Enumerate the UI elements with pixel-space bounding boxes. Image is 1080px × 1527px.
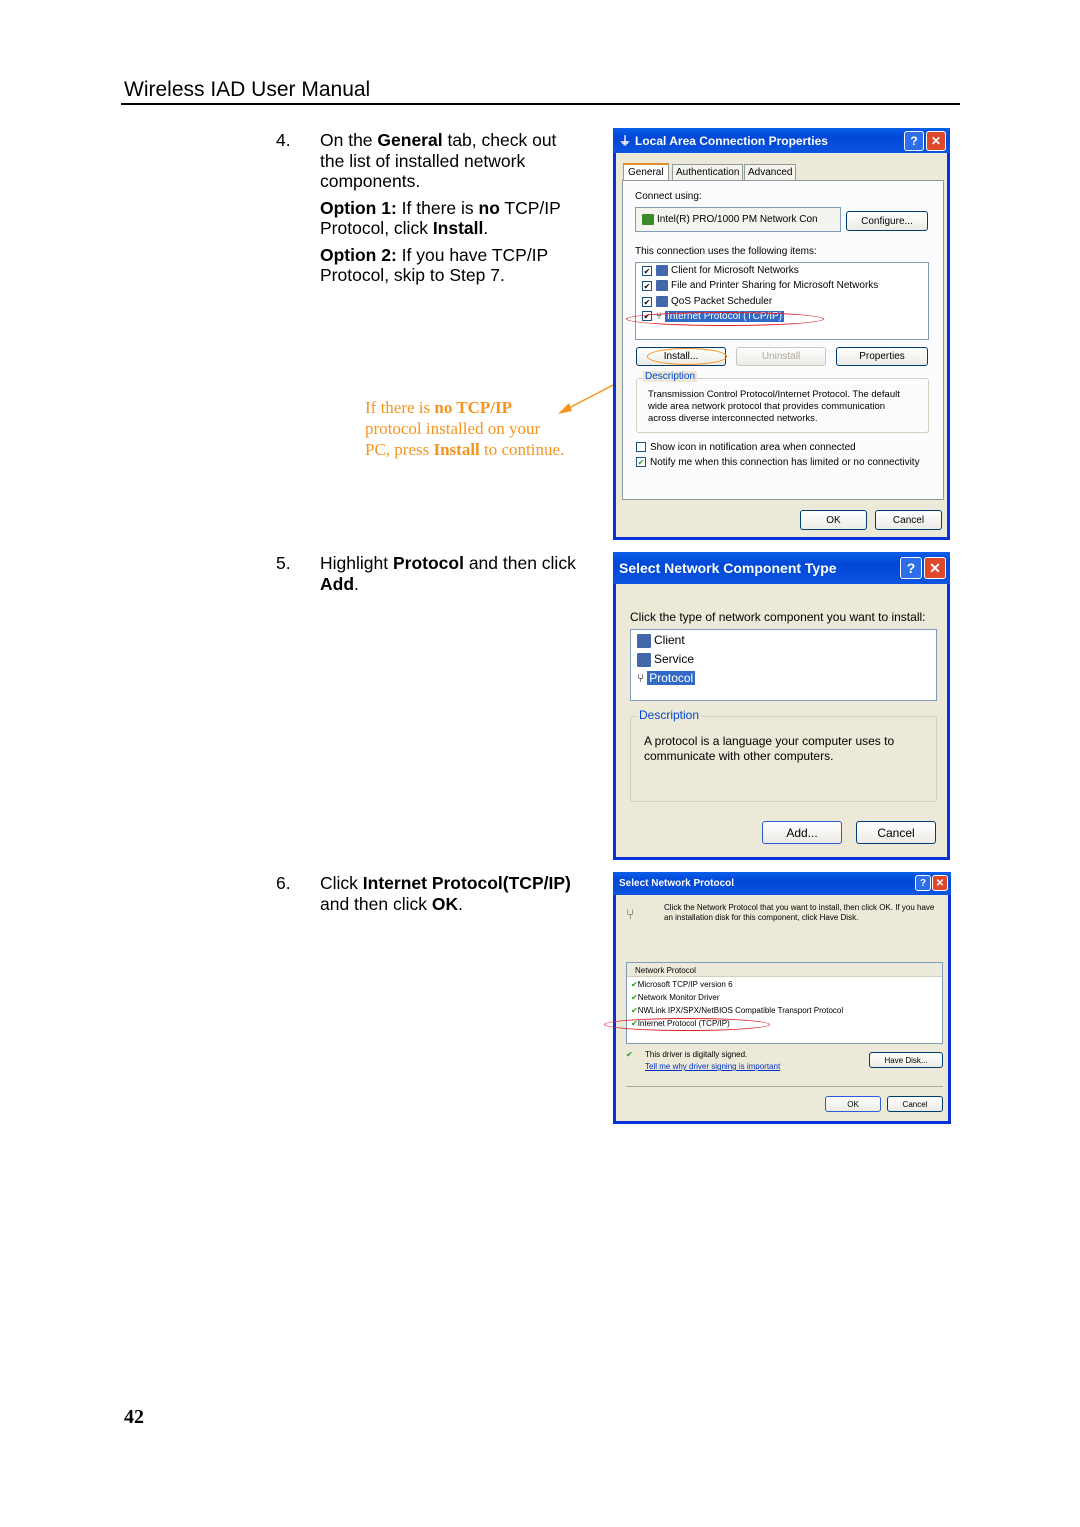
help-button[interactable]: ?	[915, 875, 931, 891]
list-item-client[interactable]: Client	[637, 633, 685, 648]
uninstall-button[interactable]: Uninstall	[736, 347, 826, 366]
signed-icon: ✔	[626, 1050, 633, 1059]
close-button[interactable]: ✕	[932, 875, 948, 891]
list-item[interactable]: ✔NWLink IPX/SPX/NetBIOS Compatible Trans…	[631, 1006, 843, 1015]
description-group: Description Transmission Control Protoco…	[636, 371, 929, 433]
protocol-icon: ⑂	[626, 906, 635, 922]
dialog-title: Select Network Component Type	[619, 560, 837, 576]
adapter-field: Intel(R) PRO/1000 PM Network Con	[635, 207, 841, 232]
protocol-list[interactable]: Network Protocol ✔Microsoft TCP/IP versi…	[626, 962, 943, 1044]
checkbox[interactable]: ✔	[636, 457, 646, 468]
tab-advanced[interactable]: Advanced	[744, 164, 797, 181]
notify-checkbox[interactable]: ✔ Notify me when this connection has limi…	[636, 457, 920, 468]
help-button[interactable]: ?	[904, 131, 924, 151]
component-list[interactable]: Client Service ⑂ Protocol	[630, 629, 937, 701]
highlight-oval	[604, 1018, 770, 1031]
page-number: 42	[124, 1406, 144, 1428]
add-button[interactable]: Add...	[762, 821, 842, 844]
list-item[interactable]: ✔Microsoft TCP/IP version 6	[631, 980, 733, 989]
network-card-icon	[642, 214, 654, 225]
computer-icon	[656, 265, 668, 276]
client-icon	[637, 633, 651, 648]
select-network-component-type-dialog: Select Network Component Type ? ✕ Click …	[613, 552, 950, 860]
configure-button[interactable]: Configure...	[846, 211, 928, 231]
driver-icon: ✔	[631, 993, 638, 1002]
highlight-oval	[647, 348, 727, 365]
checkbox[interactable]: ✔	[642, 280, 652, 291]
network-icon: ⏚	[619, 134, 632, 148]
help-button[interactable]: ?	[900, 557, 922, 579]
description-label: Description	[643, 371, 698, 382]
list-item[interactable]: ✔ QoS Packet Scheduler	[642, 296, 772, 307]
tab-authentication[interactable]: Authentication	[672, 164, 744, 181]
driver-icon: ✔	[631, 980, 638, 989]
list-item[interactable]: ✔ Client for Microsoft Networks	[642, 265, 799, 276]
items-label: This connection uses the following items…	[635, 246, 817, 257]
show-icon-checkbox[interactable]: Show icon in notification area when conn…	[636, 442, 856, 453]
components-list[interactable]: ✔ Client for Microsoft Networks ✔ File and…	[635, 262, 929, 340]
step-5-text: Highlight Protocol and then click Add.	[320, 553, 576, 594]
step-number: 6.	[276, 873, 291, 893]
description-group: Description A protocol is a language you…	[630, 708, 937, 802]
ok-button[interactable]: OK	[800, 510, 867, 530]
description-label: Description	[637, 708, 702, 722]
instructions-text: Click the Network Protocol that you want…	[664, 903, 935, 922]
prompt-text: Click the type of network component you …	[630, 610, 926, 624]
checkbox[interactable]: ✔	[642, 296, 652, 307]
list-header: Network Protocol	[627, 963, 942, 977]
cancel-button[interactable]: Cancel	[887, 1096, 943, 1112]
driver-signing-link[interactable]: Tell me why driver signing is important	[645, 1062, 780, 1071]
description-text: A protocol is a language your computer u…	[644, 734, 895, 763]
list-item-protocol[interactable]: ⑂ Protocol	[637, 671, 696, 685]
ok-button[interactable]: OK	[825, 1096, 881, 1112]
close-button[interactable]: ✕	[924, 557, 946, 579]
computer-icon	[656, 280, 668, 291]
list-item[interactable]: ✔ File and Printer Sharing for Microsoft …	[642, 280, 878, 291]
have-disk-button[interactable]: Have Disk...	[869, 1052, 943, 1068]
computer-icon	[656, 296, 668, 307]
cancel-button[interactable]: Cancel	[856, 821, 936, 844]
step-number: 5.	[276, 553, 291, 573]
dialog-title: Select Network Protocol	[619, 878, 735, 889]
close-button[interactable]: ✕	[926, 131, 946, 151]
protocol-icon: ⑂	[637, 671, 645, 685]
properties-button[interactable]: Properties	[836, 347, 928, 366]
connect-using-label: Connect using:	[635, 191, 702, 202]
checkbox[interactable]	[636, 442, 646, 453]
divider	[626, 1086, 943, 1087]
local-area-connection-properties-dialog: ⏚ Local Area Connection Properties ? ✕ G…	[613, 128, 950, 540]
title-bar: Select Network Component Type ? ✕	[613, 552, 950, 584]
driver-icon: ✔	[631, 1006, 638, 1015]
title-bar: ⏚ Local Area Connection Properties ? ✕	[613, 128, 950, 153]
highlight-oval	[626, 312, 824, 326]
list-item[interactable]: ✔Network Monitor Driver	[631, 993, 720, 1002]
description-text: Transmission Control Protocol/Internet P…	[648, 389, 900, 424]
title-bar: Select Network Protocol ? ✕	[613, 872, 951, 895]
step-6-text: Click Internet Protocol(TCP/IP) and then…	[320, 873, 571, 914]
cancel-button[interactable]: Cancel	[875, 510, 942, 530]
signed-text: This driver is digitally signed.	[645, 1050, 748, 1059]
dialog-title: Local Area Connection Properties	[635, 133, 828, 148]
checkbox[interactable]: ✔	[642, 265, 652, 276]
tab-general[interactable]: General	[623, 163, 669, 180]
select-network-protocol-dialog: Select Network Protocol ? ✕ ⑂ Click the …	[604, 872, 951, 1124]
list-item-service[interactable]: Service	[637, 652, 694, 667]
service-icon	[637, 652, 651, 667]
